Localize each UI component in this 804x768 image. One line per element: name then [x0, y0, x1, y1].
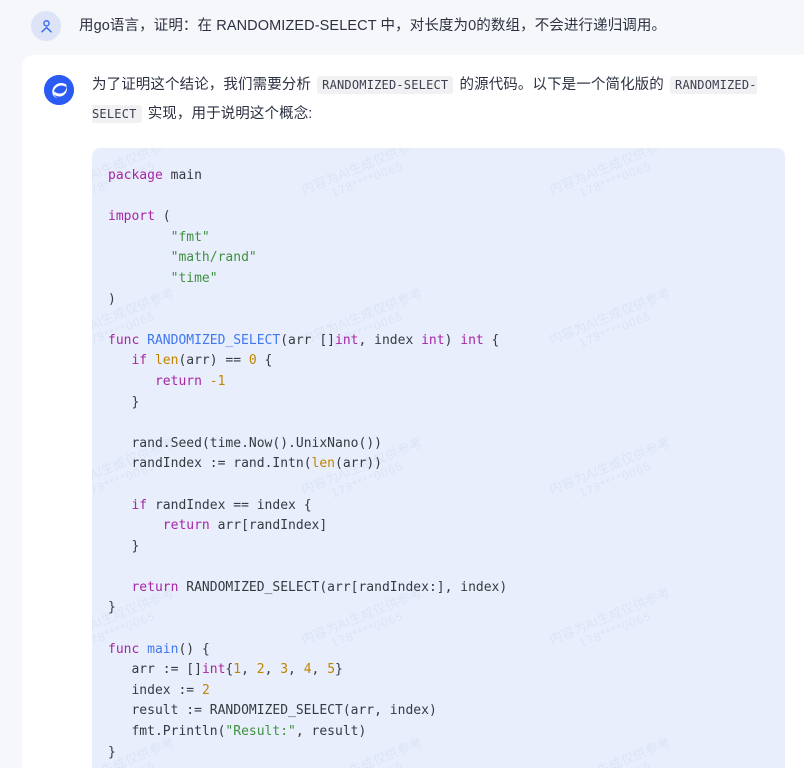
user-avatar — [31, 11, 61, 41]
user-person-icon — [38, 18, 55, 35]
user-message: 用go语言，证明：在 RANDOMIZED-SELECT 中，对长度为0的数组，… — [0, 0, 804, 55]
assistant-body: 为了证明这个结论，我们需要分析 RANDOMIZED-SELECT 的源代码。以… — [92, 71, 785, 768]
assistant-intro-text: 为了证明这个结论，我们需要分析 RANDOMIZED-SELECT 的源代码。以… — [92, 71, 785, 129]
inline-code-randomized-select-1: RANDOMIZED-SELECT — [317, 76, 454, 94]
chat-page: 内容为AI生成仅供参考178****0065内容为AI生成仅供参考178****… — [0, 0, 804, 768]
assistant-message-card: 为了证明这个结论，我们需要分析 RANDOMIZED-SELECT 的源代码。以… — [22, 55, 804, 768]
intro-part-3: 实现，用于说明这个概念: — [143, 106, 313, 122]
intro-part-2: 的源代码。以下是一个简化版的 — [455, 77, 669, 93]
intro-part-1: 为了证明这个结论，我们需要分析 — [92, 77, 316, 93]
assistant-swirl-logo-icon — [44, 75, 74, 105]
user-message-text: 用go语言，证明：在 RANDOMIZED-SELECT 中，对长度为0的数组，… — [79, 18, 667, 34]
assistant-avatar — [44, 75, 74, 105]
code-block-content[interactable]: package main import ( "fmt" "math/rand" … — [108, 166, 769, 763]
code-block-go[interactable]: 内容为AI生成仅供参考 178****0065 内容为AI生成仅供参考 178****… — [92, 148, 785, 768]
